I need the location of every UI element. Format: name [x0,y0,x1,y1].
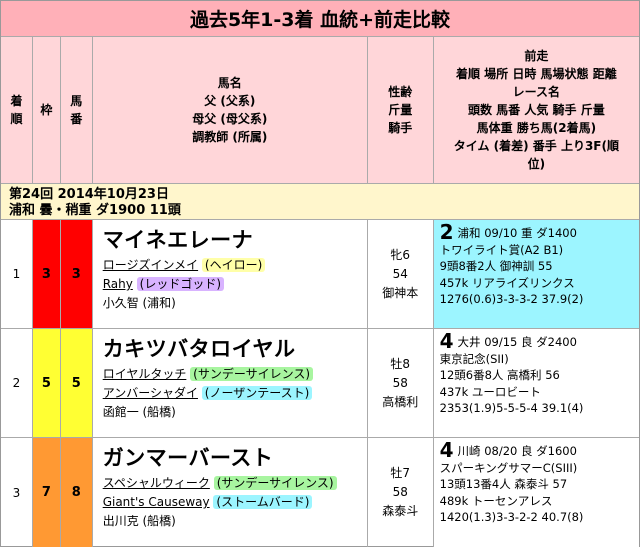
result-rows: 1 3 3 マイネエレーナ ロージズインメイ (ヘイロー) Rahy (レッドゴ… [1,220,639,547]
prev-line-3: 9頭8番2人 御神訓 55 [439,259,553,273]
race-conditions: 浦和 曇・稍重 ダ1900 11頭 [9,203,181,218]
waku-cell: 3 [32,220,61,328]
header-prev: 前走 着順 場所 日時 馬場状態 距離 レース名 頭数 馬番 人気 騎手 斤量 … [453,49,619,171]
horse-cell: カキツバタロイヤル ロイヤルタッチ (サンデーサイレンス) アンバーシャダイ (… [93,329,368,437]
prev-line-3: 12頭6番8人 高橋利 56 [439,368,560,382]
prev-line-4: 489k トーセンアレス [439,493,553,508]
umaban-number: 3 [71,266,81,282]
sex-age: 牡8 [390,356,411,371]
umaban-number: 8 [71,485,81,500]
damsire-link[interactable]: Rahy [103,277,133,291]
carried-weight: 58 [392,375,408,390]
prev-race-name: スパーキングサマーC(SIII) [439,460,578,475]
trainer: 函館一 (船橋) [102,405,176,419]
prev-line-4: 457k リアライズリンクス [439,275,575,290]
header-umaban: 馬 番 [61,37,93,183]
prev-line-5: 2353(1.9)5-5-5-4 39.1(4) [439,401,584,415]
prev-race-name: トワイライト賞(A2 B1) [439,242,564,257]
damsire-line-tag: (ストームバード) [213,495,313,509]
prev-position: 4 [439,438,454,462]
race-date: 第24回 2014年10月23日 [9,187,169,202]
waku-number: 5 [41,375,51,391]
damsire-line-tag: (レッドゴッド) [136,277,225,291]
rank-cell: 2 [1,329,33,437]
page-title: 過去5年1-3着 血統+前走比較 [1,1,639,37]
umaban-cell: 5 [60,329,93,437]
damsire-link[interactable]: Giant's Causeway [103,495,210,509]
damsire-line: Rahy (レッドゴッド) [103,275,357,294]
umaban-number: 5 [71,375,81,391]
prev-line-3: 13頭13番4人 森泰斗 57 [439,477,568,491]
prev-line-1: 2 浦和 09/10 重 ダ1400 [439,220,577,244]
header-rider: 性齢 斤量 騎手 [368,37,434,183]
horse-name: ガンマーバースト [102,446,274,470]
damsire-line: アンバーシャダイ (ノーザンテースト) [103,384,357,403]
trainer: 出川克 (船橋) [102,514,176,528]
sire-line-tag: (ヘイロー) [201,258,266,272]
table-header: 着 順 枠 馬 番 馬名 父 (父系) 母父 (母父系) 調教師 (所属) 性齢… [1,37,639,184]
rider-cell: 牝6 54 御神本 [368,220,434,328]
rank-cell: 3 [1,438,33,547]
prev-line-1: 4 川崎 08/20 良 ダ1600 [439,438,577,462]
horse-name: カキツバタロイヤル [102,337,296,361]
waku-number: 7 [41,485,51,500]
prev-position: 4 [439,329,454,353]
carried-weight: 54 [392,266,408,281]
sire-line: ロイヤルタッチ (サンデーサイレンス) [103,365,357,384]
prev-line-4: 437k ユーロビート [439,384,541,399]
sire-link[interactable]: ロイヤルタッチ [103,367,187,381]
prev-line-5: 1276(0.6)3-3-3-2 37.9(2) [439,292,584,306]
sire-line: ロージズインメイ (ヘイロー) [103,256,357,275]
damsire-line-tag: (ノーザンテースト) [201,386,313,400]
prev-race-name: 東京記念(SII) [439,351,509,366]
table-row: 3 7 8 ガンマーバースト スペシャルウィーク (サンデーサイレンス) Gia… [1,438,639,547]
previous-race-cell: 4 大井 09/15 良 ダ2400 東京記念(SII) 12頭6番8人 高橋利 … [433,329,639,437]
prev-line-1: 4 大井 09/15 良 ダ2400 [439,329,577,353]
rank: 3 [12,485,21,500]
sire-line-tag: (サンデーサイレンス) [190,367,314,381]
jockey: 御神本 [382,285,419,300]
damsire-link[interactable]: アンバーシャダイ [103,386,198,400]
rider-cell: 牡7 58 森泰斗 [368,438,434,547]
damsire-line: Giant's Causeway (ストームバード) [103,493,357,512]
rank: 1 [12,267,21,281]
header-waku: 枠 [33,37,61,183]
waku-cell: 5 [32,329,61,437]
sire-line-tag: (サンデーサイレンス) [213,476,337,490]
rank-cell: 1 [1,220,33,328]
prev-line-5: 1420(1.3)3-3-2-2 40.7(8) [439,510,584,524]
horse-cell: ガンマーバースト スペシャルウィーク (サンデーサイレンス) Giant's C… [93,438,368,547]
sex-age: 牝6 [390,247,411,262]
prev-position: 2 [439,220,454,244]
umaban-cell: 3 [60,220,93,328]
sire-link[interactable]: ロージズインメイ [103,258,198,272]
horse-cell: マイネエレーナ ロージズインメイ (ヘイロー) Rahy (レッドゴッド) 小久… [93,220,368,328]
results-table: 過去5年1-3着 血統+前走比較 着 順 枠 馬 番 馬名 父 (父系) 母父 … [0,0,640,547]
table-row: 2 5 5 カキツバタロイヤル ロイヤルタッチ (サンデーサイレンス) アンバー… [1,329,639,438]
jockey: 森泰斗 [382,504,419,518]
sex-age: 牡7 [390,466,411,480]
sire-line: スペシャルウィーク (サンデーサイレンス) [103,474,357,493]
horse-name: マイネエレーナ [102,228,254,252]
jockey: 高橋利 [382,394,419,409]
previous-race-cell: 2 浦和 09/10 重 ダ1400 トワイライト賞(A2 B1) 9頭8番2人 … [433,220,639,328]
header-rank: 着 順 [1,37,33,183]
rank: 2 [12,376,21,390]
race-info: 第24回 2014年10月23日 浦和 曇・稍重 ダ1900 11頭 [1,184,639,220]
carried-weight: 58 [392,485,408,499]
waku-number: 3 [41,266,51,282]
header-horse: 馬名 父 (父系) 母父 (母父系) 調教師 (所属) [93,37,368,183]
umaban-cell: 8 [60,438,93,547]
previous-race-cell: 4 川崎 08/20 良 ダ1600 スパーキングサマーC(SIII) 13頭13… [433,438,639,547]
waku-cell: 7 [32,438,61,547]
sire-link[interactable]: スペシャルウィーク [103,476,210,490]
table-row: 1 3 3 マイネエレーナ ロージズインメイ (ヘイロー) Rahy (レッドゴ… [1,220,639,329]
rider-cell: 牡8 58 高橋利 [368,329,434,437]
trainer: 小久智 (浦和) [102,296,176,310]
